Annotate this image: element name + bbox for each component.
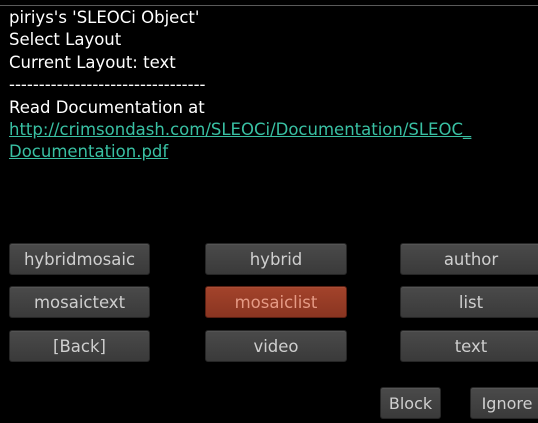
ignore-button[interactable]: Ignore (470, 387, 538, 419)
block-button[interactable]: Block (380, 387, 441, 419)
mosaiclist-button[interactable]: mosaiclist (205, 286, 347, 318)
list-button[interactable]: list (400, 286, 538, 318)
current-layout-line: Current Layout: text (9, 52, 176, 72)
select-layout-line: Select Layout (9, 30, 122, 50)
hybrid-button[interactable]: hybrid (205, 243, 347, 275)
separator-line: --------------------------------- (9, 75, 206, 95)
back-button[interactable]: [Back] (9, 330, 150, 362)
hybridmosaic-button[interactable]: hybridmosaic (9, 243, 150, 275)
documentation-label: Read Documentation at (9, 97, 205, 117)
documentation-link[interactable]: http://crimsondash.com/SLEOCi/Documentat… (9, 120, 471, 161)
dialog-message: piriys's 'SLEOCi Object' Select Layout C… (9, 7, 538, 164)
object-owner-line: piriys's 'SLEOCi Object' (9, 8, 200, 27)
mosaictext-button[interactable]: mosaictext (9, 286, 150, 318)
documentation-link-part1[interactable]: http://crimsondash.com/SLEOCi/Documentat… (9, 120, 471, 139)
documentation-link-part2[interactable]: Documentation.pdf (9, 142, 168, 161)
text-button[interactable]: text (400, 330, 538, 362)
video-button[interactable]: video (205, 330, 347, 362)
author-button[interactable]: author (400, 243, 538, 275)
script-dialog: piriys's 'SLEOCi Object' Select Layout C… (0, 5, 538, 423)
